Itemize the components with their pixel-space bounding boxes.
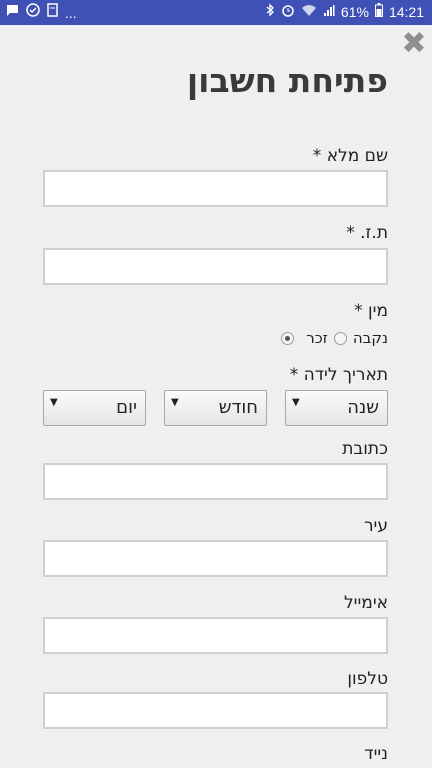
gender-male-label: זכר: [306, 329, 328, 347]
bluetooth-icon: [266, 3, 275, 20]
birth-day-select[interactable]: ▼ יום: [43, 390, 146, 426]
gender-female-radio[interactable]: [333, 331, 347, 345]
address-label: כתובת: [342, 439, 388, 459]
required-mark: *: [312, 146, 322, 166]
email-label: אימייל: [344, 593, 388, 613]
gender-label-text: מין: [368, 301, 388, 321]
id-number-label-text: ת.ז.: [360, 223, 388, 243]
gender-radio-group: זכר נקבה: [281, 329, 388, 347]
wifi-icon: [301, 4, 317, 20]
required-mark: *: [346, 223, 355, 243]
required-mark: *: [354, 301, 363, 321]
gender-male-radio[interactable]: [281, 331, 295, 345]
birth-month-select[interactable]: ▼ חודש: [164, 390, 267, 426]
battery-icon: [374, 3, 383, 20]
birth-year-select[interactable]: ▼ שנה: [285, 390, 388, 426]
sim-icon: [47, 3, 58, 22]
phone-label: טלפון: [347, 669, 388, 689]
page-title: פתיחת חשבון: [186, 61, 388, 100]
close-icon[interactable]: ✖: [401, 29, 427, 59]
clock: 14:21: [388, 3, 424, 20]
full-name-input[interactable]: [43, 170, 388, 207]
city-label: עיר: [363, 516, 388, 536]
id-number-input[interactable]: [43, 248, 388, 285]
dropdown-arrow-icon: ▼: [171, 397, 179, 408]
city-input[interactable]: [43, 540, 388, 577]
gender-female-label: נקבה: [352, 329, 388, 347]
status-bar: ... 61% 14:21: [0, 0, 432, 25]
full-name-label-text: שם מלא: [326, 146, 388, 166]
birthdate-label: תאריך לידה *: [290, 365, 388, 385]
check-circle-icon: [26, 3, 40, 22]
birthdate-label-text: תאריך לידה: [303, 365, 388, 385]
id-number-label: ת.ז. *: [346, 223, 388, 243]
message-icon: [6, 4, 19, 22]
dropdown-arrow-icon: ▼: [292, 397, 300, 408]
signal-icon: [323, 4, 335, 20]
address-input[interactable]: [43, 463, 388, 500]
phone-input[interactable]: [43, 692, 388, 729]
birth-day-value: יום: [116, 397, 137, 418]
full-name-label: שם מלא *: [313, 146, 388, 166]
notification-overflow: ...: [65, 4, 77, 21]
email-input[interactable]: [43, 617, 388, 654]
birth-month-value: חודש: [218, 397, 258, 418]
alarm-icon: [281, 3, 295, 20]
birth-year-value: שנה: [347, 397, 379, 418]
dropdown-arrow-icon: ▼: [50, 397, 58, 408]
mobile-label: נייד: [364, 744, 388, 764]
gender-label: מין *: [354, 301, 388, 321]
required-mark: *: [289, 365, 299, 385]
battery-percent: 61%: [340, 3, 369, 20]
